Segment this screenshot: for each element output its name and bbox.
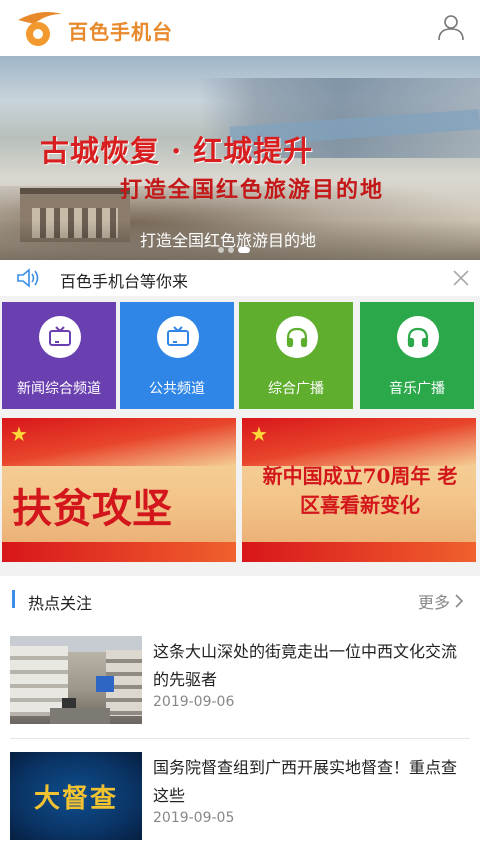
banner-caption-bar: 打造全国红色旅游目的地 — [0, 220, 480, 260]
speaker-icon — [17, 268, 39, 288]
promo-ribbon — [2, 542, 236, 562]
user-icon[interactable] — [436, 12, 466, 42]
star-icon: ★ — [250, 422, 268, 446]
promo-title: 新中国成立70周年 老区喜看新变化 — [262, 464, 458, 517]
promo-70th-anniversary[interactable]: ★ 新中国成立70周年 老区喜看新变化 — [242, 418, 476, 562]
tv-icon — [157, 316, 199, 358]
news-title: 国务院督查组到广西开展实地督查！重点查这些 — [153, 758, 458, 805]
channel-label: 综合广播 — [268, 381, 324, 397]
banner-carousel[interactable]: 古城恢复 · 红城提升 打造全国红色旅游目的地 打造全国红色旅游目的地 — [0, 56, 480, 260]
flag-graphic — [2, 418, 236, 466]
channel-grid: 新闻综合频道 公共频道 综合广播 音乐广播 — [0, 302, 480, 412]
news-thumbnail — [10, 636, 142, 724]
news-date: 2019-09-06 — [153, 694, 235, 710]
carousel-indicator — [218, 247, 250, 253]
headphones-icon — [397, 316, 439, 358]
news-title: 这条大山深处的街竟走出一位中西文化交流的先驱者 — [153, 642, 458, 689]
channel-label: 新闻综合频道 — [17, 381, 101, 397]
banner-subhead: 打造全国红色旅游目的地 — [120, 177, 385, 203]
news-item[interactable]: 这条大山深处的街竟走出一位中西文化交流的先驱者 2019-09-06 — [10, 636, 470, 726]
notice-bar[interactable]: 百色手机台等你来 — [0, 260, 480, 296]
channel-radio[interactable]: 综合广播 — [239, 302, 353, 409]
news-item[interactable]: 大督查 国务院督查组到广西开展实地督查！重点查这些 2019-09-05 — [10, 752, 470, 842]
more-label: 更多 — [417, 593, 450, 612]
carousel-dot[interactable] — [218, 247, 224, 253]
headphones-icon — [276, 316, 318, 358]
channel-public[interactable]: 公共频道 — [120, 302, 234, 409]
channel-label: 音乐广播 — [389, 381, 445, 397]
more-link[interactable]: 更多 — [418, 589, 464, 613]
flag-graphic — [242, 418, 476, 466]
promo-title: 扶贫攻坚 — [12, 485, 172, 532]
news-date: 2019-09-05 — [153, 810, 235, 826]
notice-text: 百色手机台等你来 — [60, 272, 189, 291]
app-header: 百色手机台 — [0, 0, 480, 56]
carousel-dot[interactable] — [228, 247, 234, 253]
divider — [10, 738, 470, 739]
section-title: 热点关注 — [28, 594, 93, 613]
promo-grid: ★ 扶贫攻坚 ★ 新中国成立70周年 老区喜看新变化 — [0, 418, 480, 564]
sun-logo-icon[interactable] — [16, 10, 64, 48]
section-accent-bar — [12, 590, 15, 608]
app-title: 百色手机台 — [68, 20, 173, 44]
thumbnail-text: 大督查 — [33, 784, 118, 814]
promo-poverty-alleviation[interactable]: ★ 扶贫攻坚 — [2, 418, 236, 562]
banner-headline: 古城恢复 · 红城提升 — [40, 134, 314, 168]
chevron-right-icon — [455, 594, 464, 608]
carousel-dot-active[interactable] — [238, 247, 250, 253]
promo-ribbon — [242, 542, 476, 562]
tv-icon — [39, 316, 81, 358]
close-icon[interactable] — [452, 269, 470, 287]
hot-topics-section: 热点关注 更多 这条大山深处的街竟走出一位中西文化交流的先驱者 2019-09-… — [0, 576, 480, 854]
news-thumbnail: 大督查 — [10, 752, 142, 840]
channel-news[interactable]: 新闻综合频道 — [2, 302, 116, 409]
star-icon: ★ — [10, 422, 28, 446]
channel-label: 公共频道 — [149, 381, 205, 397]
channel-music[interactable]: 音乐广播 — [360, 302, 474, 409]
